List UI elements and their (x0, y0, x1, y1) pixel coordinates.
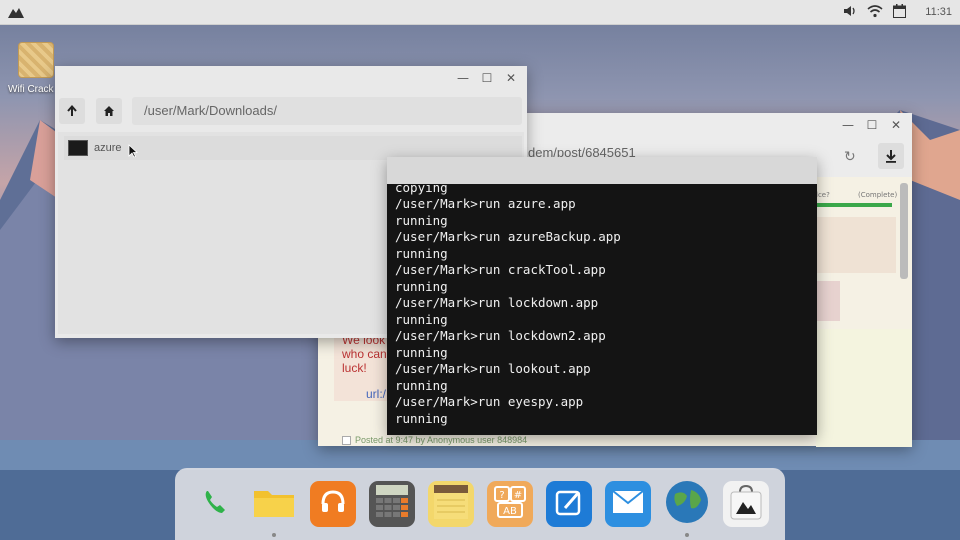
side-block (816, 329, 912, 447)
side-block (816, 281, 840, 321)
svg-text:?: ? (499, 490, 504, 501)
up-button[interactable] (59, 98, 85, 124)
terminal-line: running (395, 344, 448, 360)
bag-icon (726, 482, 766, 526)
terminal-titlebar[interactable] (387, 157, 817, 184)
terminal-line: /user/Mark>run azure.app (395, 196, 576, 211)
maximize-button[interactable]: ☐ (862, 115, 882, 135)
headphones-icon (319, 488, 347, 520)
terminal-line: running (395, 212, 448, 228)
dock-item-music[interactable] (309, 481, 356, 527)
mouse-cursor-icon (128, 144, 138, 158)
path-field[interactable]: /user/Mark/Downloads/ (132, 97, 522, 125)
mountain-icon[interactable] (8, 3, 24, 22)
terminal-line: running (395, 410, 448, 426)
reload-icon[interactable]: ↻ (844, 149, 856, 165)
dock-item-browser[interactable] (664, 480, 710, 537)
post-meta: Posted at 9:47 by Anonymous user 848984 (342, 435, 527, 445)
side-block (816, 217, 896, 273)
scrollbar[interactable] (900, 183, 908, 279)
progress-bar (816, 203, 892, 207)
globe-icon (665, 480, 709, 528)
post-checkbox[interactable] (342, 435, 351, 445)
terminal-line: /user/Mark>run azureBackup.app (395, 229, 621, 244)
close-button[interactable]: ✕ (501, 68, 521, 88)
running-indicator (684, 533, 689, 537)
download-button[interactable] (878, 143, 904, 169)
mail-icon (611, 490, 644, 518)
terminal-line: /user/Mark>run crackTool.app (395, 262, 606, 277)
home-icon (104, 106, 114, 116)
terminal-line: copying (395, 184, 448, 195)
wifi-icon[interactable] (867, 3, 883, 22)
terminal-line: /user/Mark>run lockdown2.app (395, 328, 606, 343)
pen-tablet-icon (553, 486, 585, 522)
dock-item-calculator[interactable] (368, 481, 415, 527)
cracker-icon (18, 42, 54, 78)
folder-icon (252, 485, 296, 523)
svg-text:AB: AB (503, 506, 517, 517)
terminal-window: copying/user/Mark>run azure.app running/u… (387, 157, 817, 435)
calendar-icon[interactable] (893, 3, 906, 22)
terminal-line: running (395, 278, 448, 294)
minimize-button[interactable]: — (838, 115, 858, 135)
desktop-icon-wifi-crack[interactable]: Wifi Crack (8, 42, 60, 95)
dock-item-editor[interactable] (545, 481, 592, 527)
volume-icon[interactable] (843, 3, 857, 22)
dock-item-phone[interactable] (192, 481, 238, 527)
terminal-line: /user/Mark>run lookout.app (395, 361, 591, 376)
terminal-line: running (395, 311, 448, 327)
file-toolbar: /user/Mark/Downloads/ (55, 94, 527, 128)
terminal-line: running (395, 245, 448, 261)
running-indicator (271, 533, 276, 537)
keyboard-icon: ? # AB (492, 484, 528, 524)
minimize-button[interactable]: — (453, 68, 473, 88)
top-bar: 11:31 (0, 0, 960, 25)
page-stat-right: (Complete) (858, 191, 898, 199)
dock-item-notes[interactable] (427, 481, 474, 527)
dock-item-mail[interactable] (604, 481, 651, 527)
arrow-up-icon (67, 105, 77, 116)
page-stat-left: lce? (816, 191, 830, 199)
home-button[interactable] (96, 98, 122, 124)
terminal-icon (68, 140, 88, 156)
calculator-icon (372, 482, 412, 526)
desktop-icon-label: Wifi Crack (8, 84, 54, 95)
phone-icon (200, 487, 230, 521)
terminal-line: running (395, 377, 448, 393)
download-icon (886, 150, 896, 163)
dock-item-store[interactable] (722, 481, 769, 527)
file-manager-titlebar[interactable]: — ☐ ✕ (55, 66, 527, 90)
terminal-output[interactable]: copying/user/Mark>run azure.app running/u… (387, 184, 817, 435)
terminal-line: /user/Mark>run eyespy.app (395, 394, 584, 409)
file-name: azure (94, 142, 122, 154)
dock: ? # AB (175, 468, 785, 540)
posted-by: Posted at 9:47 by Anonymous user 848984 (355, 435, 528, 445)
dock-item-text-tools[interactable]: ? # AB (486, 481, 533, 527)
close-button[interactable]: ✕ (886, 115, 906, 135)
svg-text:#: # (513, 490, 521, 501)
post-link[interactable]: url:/ (366, 387, 386, 401)
terminal-line: /user/Mark>run lockdown.app (395, 295, 599, 310)
dock-item-files[interactable] (251, 481, 297, 537)
notepad-icon (431, 482, 471, 526)
maximize-button[interactable]: ☐ (477, 68, 497, 88)
clock: 11:31 (925, 6, 952, 18)
